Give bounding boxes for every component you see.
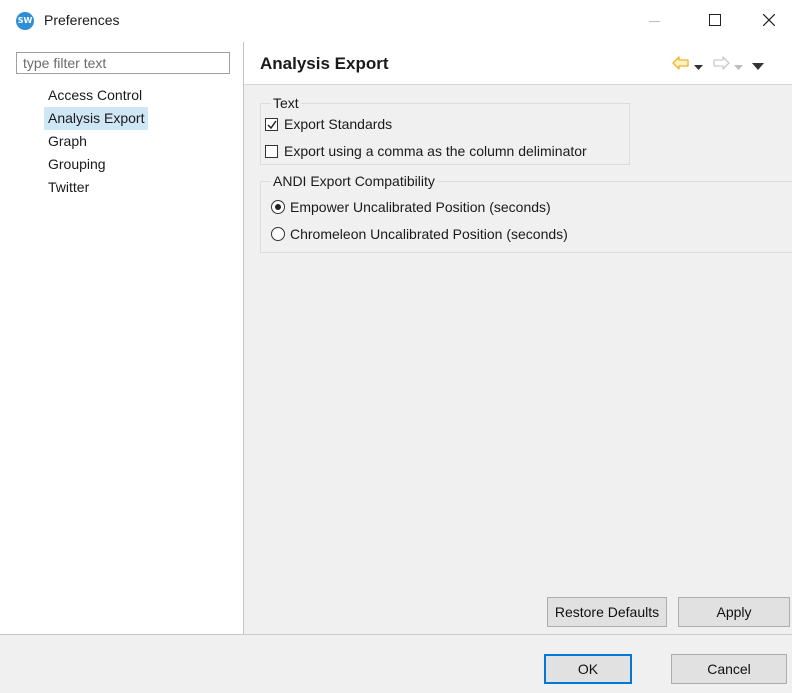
page-navigation (672, 56, 784, 70)
forward-arrow-icon[interactable] (712, 56, 730, 73)
tree-item-twitter[interactable]: Twitter (44, 176, 148, 199)
close-icon (763, 14, 775, 26)
page-title: Analysis Export (260, 54, 389, 73)
chromeleon-label: Chromeleon Uncalibrated Position (second… (290, 226, 568, 242)
tree-item-analysis-export[interactable]: Analysis Export (44, 107, 149, 130)
app-logo-icon: SW (16, 12, 34, 30)
view-menu-icon[interactable] (752, 58, 764, 74)
chromeleon-option[interactable]: Chromeleon Uncalibrated Position (second… (271, 225, 568, 243)
restore-defaults-button[interactable]: Restore Defaults (547, 597, 667, 627)
text-group-label: Text (271, 95, 301, 111)
minimize-button[interactable] (632, 0, 678, 42)
empower-label: Empower Uncalibrated Position (seconds) (290, 199, 551, 215)
export-standards-label: Export Standards (284, 116, 393, 132)
preference-page: Analysis Export Text Export Standards Ex… (244, 42, 792, 634)
andi-export-group: ANDI Export Compatibility Empower Uncali… (260, 173, 792, 253)
filter-input[interactable] (16, 52, 230, 74)
dialog-footer: OK Cancel (0, 634, 792, 693)
back-menu-icon[interactable] (694, 59, 703, 75)
chromeleon-radio[interactable] (271, 227, 285, 241)
empower-option[interactable]: Empower Uncalibrated Position (seconds) (271, 198, 551, 216)
comma-delimiter-option[interactable]: Export using a comma as the column delim… (265, 142, 587, 160)
ok-button[interactable]: OK (544, 654, 632, 684)
empower-radio[interactable] (271, 200, 285, 214)
andi-export-group-label: ANDI Export Compatibility (271, 173, 437, 189)
preferences-tree: Access Control Analysis Export Graph Gro… (44, 84, 149, 199)
title-bar: SW Preferences (0, 0, 792, 42)
apply-button[interactable]: Apply (678, 597, 790, 627)
tree-item-graph[interactable]: Graph (44, 130, 148, 153)
forward-menu-icon[interactable] (734, 59, 743, 75)
export-standards-option[interactable]: Export Standards (265, 115, 392, 133)
comma-delimiter-checkbox[interactable] (265, 145, 278, 158)
export-standards-checkbox[interactable] (265, 118, 278, 131)
comma-delimiter-label: Export using a comma as the column delim… (284, 143, 587, 159)
tree-item-grouping[interactable]: Grouping (44, 153, 148, 176)
back-arrow-icon[interactable] (672, 56, 690, 73)
maximize-button[interactable] (692, 0, 738, 42)
text-group: Text Export Standards Export using a com… (260, 95, 630, 165)
window-title: Preferences (44, 12, 120, 28)
tree-item-access-control[interactable]: Access Control (44, 84, 148, 107)
checkmark-icon (267, 120, 277, 130)
preferences-sidebar: Access Control Analysis Export Graph Gro… (0, 42, 243, 634)
close-button[interactable] (746, 0, 792, 42)
page-header: Analysis Export (244, 42, 792, 85)
cancel-button[interactable]: Cancel (671, 654, 787, 684)
